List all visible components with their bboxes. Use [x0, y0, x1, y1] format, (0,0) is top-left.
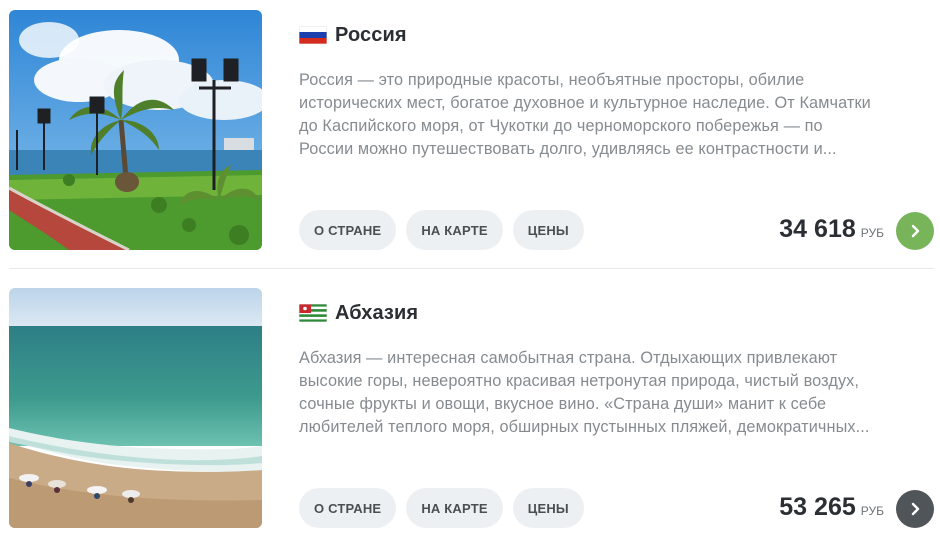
chevron-right-icon	[911, 502, 920, 516]
country-tags: О СТРАНЕ НА КАРТЕ ЦЕНЫ	[299, 210, 584, 250]
country-title-row: Россия	[299, 21, 407, 49]
country-title[interactable]: Россия	[335, 24, 407, 47]
on-map-button[interactable]: НА КАРТЕ	[406, 488, 503, 528]
description-line: высокие горы, невероятно красивая нетрон…	[299, 372, 860, 390]
price-value: 34 618	[779, 215, 856, 243]
price-currency: РУБ	[860, 504, 884, 518]
prices-button[interactable]: ЦЕНЫ	[512, 488, 584, 528]
description-line: Россия — это природные красоты, необъятн…	[299, 71, 805, 89]
about-country-button[interactable]: О СТРАНЕ	[299, 210, 397, 250]
country-card-abkhazia: Абхазия Абхазия — интересная самобытная …	[9, 288, 934, 528]
country-photo-abkhazia[interactable]	[9, 288, 262, 528]
prices-button[interactable]: ЦЕНЫ	[512, 210, 584, 250]
chevron-right-icon	[911, 224, 920, 238]
price-value: 53 265	[779, 493, 856, 521]
country-title-row: Абхазия	[299, 299, 418, 327]
price-currency: РУБ	[860, 226, 884, 240]
russia-flag-icon	[299, 26, 327, 44]
country-card-russia: Россия Россия — это природные красоты, н…	[9, 10, 934, 250]
description-line: России можно путешествовать долго, удивл…	[299, 140, 837, 158]
on-map-button[interactable]: НА КАРТЕ	[406, 210, 503, 250]
about-country-button[interactable]: О СТРАНЕ	[299, 488, 397, 528]
description-line: любителей теплого моря, обширных пустынн…	[299, 418, 870, 436]
country-price: 34 618 РУБ	[779, 215, 884, 244]
open-country-button[interactable]	[896, 212, 934, 250]
country-description: Россия — это природные красоты, необъятн…	[299, 69, 935, 161]
country-tags: О СТРАНЕ НА КАРТЕ ЦЕНЫ	[299, 488, 584, 528]
description-line: исторических мест, богатое духовное и ку…	[299, 94, 871, 112]
country-title[interactable]: Абхазия	[335, 302, 418, 325]
abkhazia-flag-icon	[299, 304, 327, 322]
card-divider	[9, 268, 934, 269]
country-description: Абхазия — интересная самобытная страна. …	[299, 347, 935, 439]
country-photo-russia[interactable]	[9, 10, 262, 250]
description-line: до Каспийского моря, от Чукотки до черно…	[299, 117, 823, 135]
open-country-button[interactable]	[896, 490, 934, 528]
country-price: 53 265 РУБ	[779, 493, 884, 522]
description-line: Абхазия — интересная самобытная страна. …	[299, 349, 838, 367]
description-line: сочные фрукты и овощи, вкусное вино. «Ст…	[299, 395, 827, 413]
